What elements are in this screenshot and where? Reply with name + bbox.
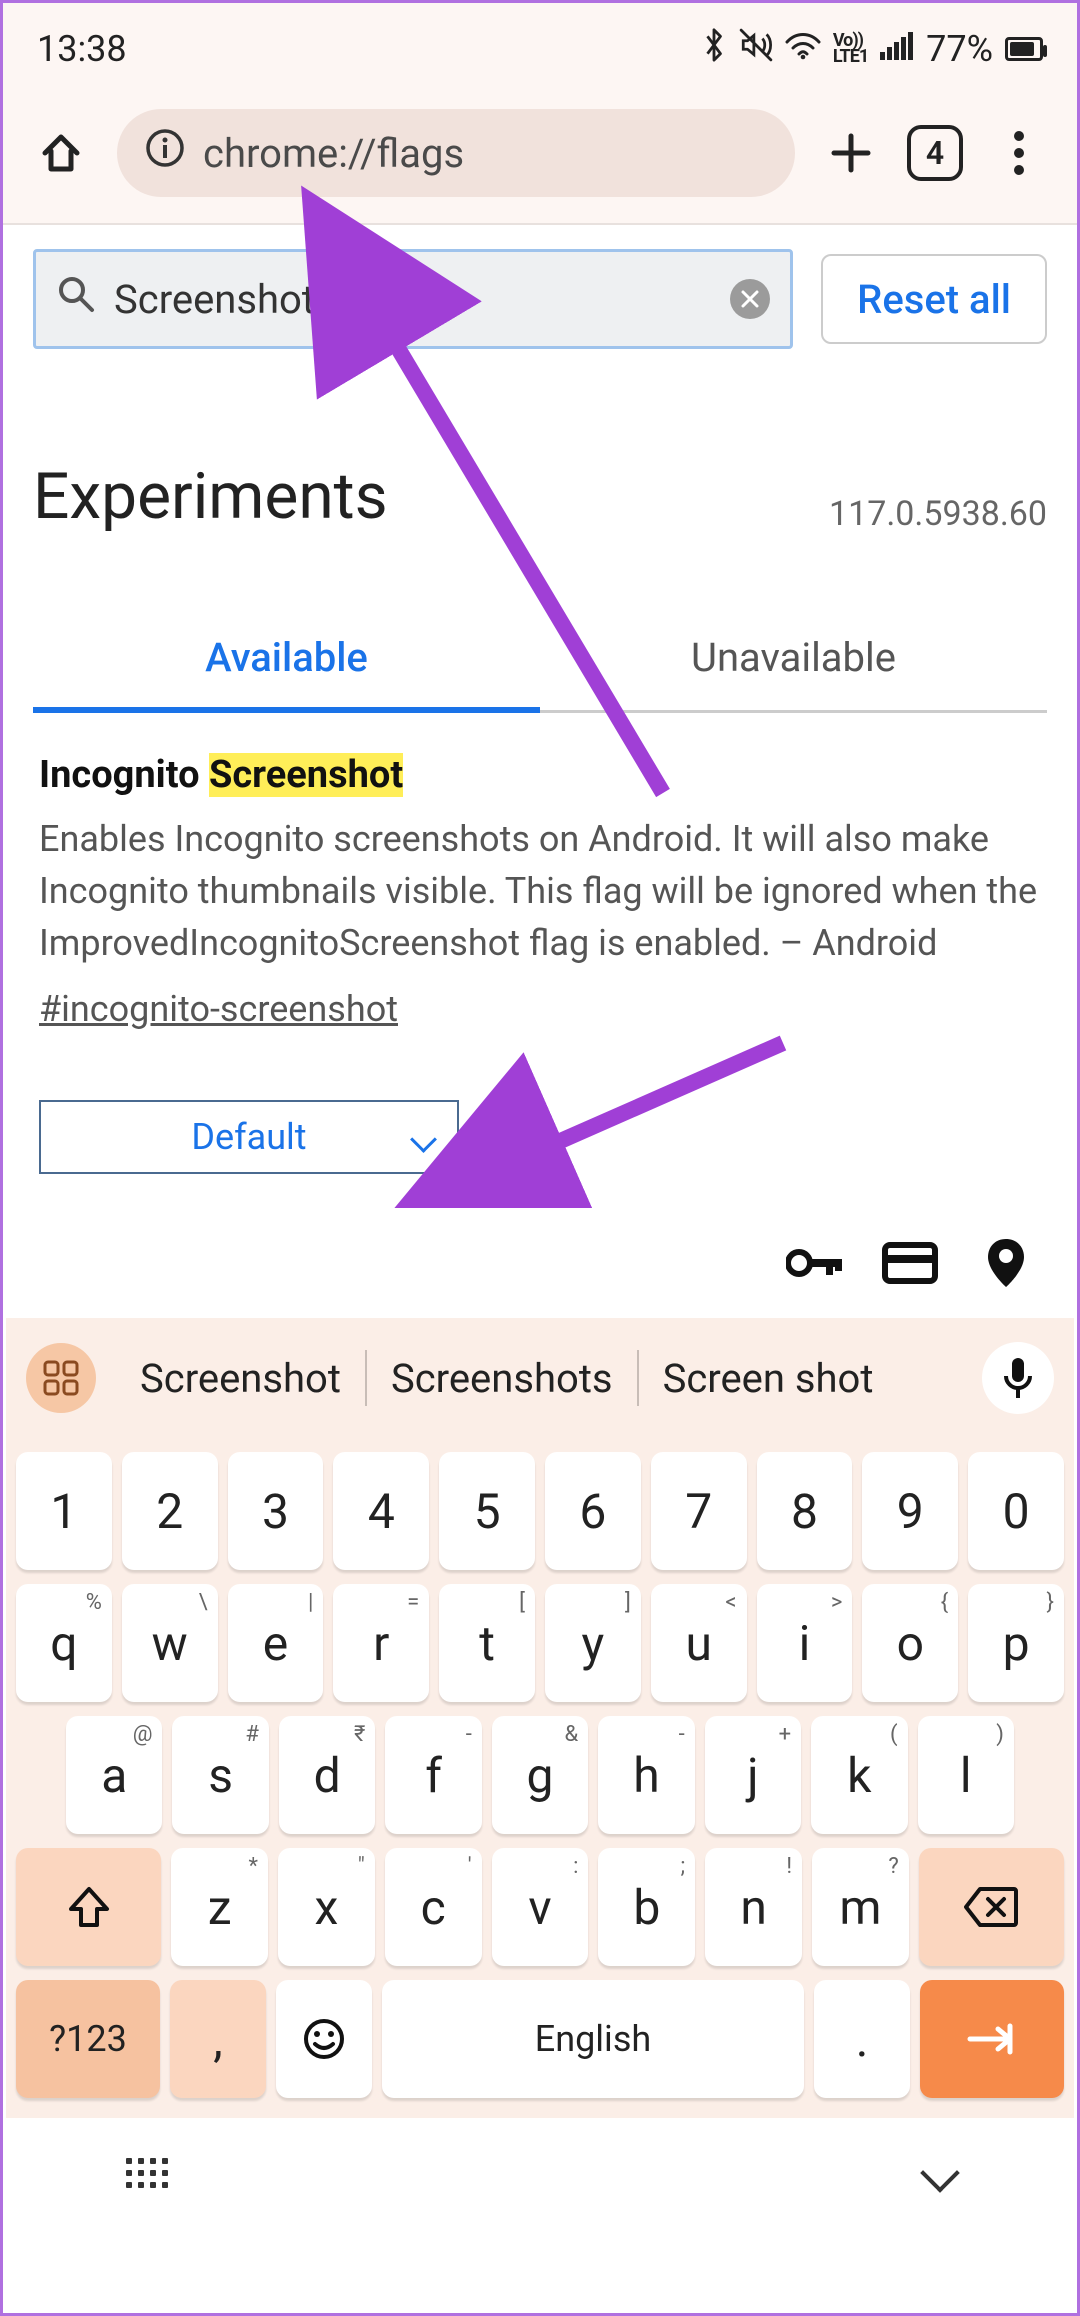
flag-title: Incognito Screenshot xyxy=(39,753,1041,797)
key-p[interactable]: p} xyxy=(968,1584,1064,1702)
key-6[interactable]: 6 xyxy=(545,1452,641,1570)
key-c[interactable]: c' xyxy=(385,1848,482,1966)
search-icon xyxy=(56,274,96,324)
password-key-icon[interactable] xyxy=(786,1235,842,1291)
clear-search-button[interactable] xyxy=(730,279,770,319)
tab-switcher-button[interactable]: 4 xyxy=(907,125,963,181)
reset-all-label: Reset all xyxy=(857,276,1011,323)
key-i[interactable]: i> xyxy=(757,1584,853,1702)
key-8[interactable]: 8 xyxy=(757,1452,853,1570)
key-s[interactable]: s# xyxy=(172,1716,268,1834)
key-5[interactable]: 5 xyxy=(439,1452,535,1570)
bluetooth-icon xyxy=(701,27,727,71)
suggestion-1[interactable]: Screenshot xyxy=(116,1355,365,1402)
key-l[interactable]: l) xyxy=(918,1716,1014,1834)
battery-icon xyxy=(1005,37,1043,61)
flags-search-box[interactable]: Screenshot xyxy=(33,249,793,349)
key-k[interactable]: k( xyxy=(811,1716,907,1834)
suggestion-row: Screenshot Screenshots Screen shot xyxy=(6,1318,1074,1438)
emoji-key[interactable] xyxy=(276,1980,372,2098)
tab-count: 4 xyxy=(926,134,944,172)
key-g[interactable]: g& xyxy=(492,1716,588,1834)
overflow-menu-button[interactable] xyxy=(989,123,1049,183)
key-h[interactable]: h- xyxy=(598,1716,694,1834)
info-icon xyxy=(145,128,185,178)
suggestion-2[interactable]: Screenshots xyxy=(367,1355,637,1402)
flag-description: Enables Incognito screenshots on Android… xyxy=(39,813,1041,970)
hide-keyboard-icon[interactable] xyxy=(920,2153,960,2193)
comma-key[interactable]: , xyxy=(170,1980,266,2098)
battery-percent: 77% xyxy=(926,28,993,70)
status-time: 13:38 xyxy=(37,28,127,70)
keyboard-switch-icon[interactable] xyxy=(126,2158,168,2188)
flag-state-value: Default xyxy=(191,1116,306,1158)
shift-key[interactable] xyxy=(16,1848,161,1966)
flag-title-highlight: Screenshot xyxy=(209,753,403,797)
period-key[interactable]: . xyxy=(814,1980,910,2098)
keyboard: 1234567890 q%w\e|r=t[y]u<i>o{p} a@s#d₹f-… xyxy=(6,1438,1074,2118)
tab-available[interactable]: Available xyxy=(33,634,540,713)
key-4[interactable]: 4 xyxy=(333,1452,429,1570)
wifi-icon xyxy=(785,30,821,68)
tab-unavailable[interactable]: Unavailable xyxy=(540,634,1047,713)
key-n[interactable]: n! xyxy=(705,1848,802,1966)
keyboard-area: Screenshot Screenshots Screen shot 12345… xyxy=(6,1208,1074,2310)
key-3[interactable]: 3 xyxy=(228,1452,324,1570)
key-q[interactable]: q% xyxy=(16,1584,112,1702)
backspace-key[interactable] xyxy=(919,1848,1064,1966)
keyboard-toolbar xyxy=(6,1208,1074,1318)
key-u[interactable]: u< xyxy=(651,1584,747,1702)
key-f[interactable]: f- xyxy=(385,1716,481,1834)
flags-tabs: Available Unavailable xyxy=(33,634,1047,713)
reset-all-button[interactable]: Reset all xyxy=(821,254,1047,344)
vibrate-mute-icon xyxy=(739,28,773,70)
space-key[interactable]: English xyxy=(382,1980,804,2098)
key-o[interactable]: o{ xyxy=(862,1584,958,1702)
status-right: Vo))LTE1 77% xyxy=(701,27,1043,71)
flag-state-select[interactable]: Default xyxy=(39,1100,459,1174)
flag-entry: Incognito Screenshot Enables Incognito s… xyxy=(33,713,1047,1174)
apps-icon[interactable] xyxy=(26,1343,96,1413)
key-7[interactable]: 7 xyxy=(651,1452,747,1570)
flags-page: Screenshot Reset all Experiments 117.0.5… xyxy=(3,223,1077,1174)
key-2[interactable]: 2 xyxy=(122,1452,218,1570)
enter-key[interactable] xyxy=(920,1980,1064,2098)
key-j[interactable]: j+ xyxy=(705,1716,801,1834)
key-1[interactable]: 1 xyxy=(16,1452,112,1570)
flags-search-value: Screenshot xyxy=(114,276,712,323)
key-a[interactable]: a@ xyxy=(66,1716,162,1834)
chrome-version: 117.0.5938.60 xyxy=(829,494,1047,534)
mic-button[interactable] xyxy=(982,1342,1054,1414)
key-w[interactable]: w\ xyxy=(122,1584,218,1702)
key-b[interactable]: b; xyxy=(598,1848,695,1966)
signal-icon xyxy=(880,30,914,68)
system-navbar xyxy=(6,2118,1074,2228)
key-9[interactable]: 9 xyxy=(862,1452,958,1570)
symbols-key[interactable]: ?123 xyxy=(16,1980,160,2098)
chrome-toolbar: chrome://flags 4 xyxy=(3,95,1077,223)
key-y[interactable]: y] xyxy=(545,1584,641,1702)
suggestion-3[interactable]: Screen shot xyxy=(639,1355,898,1402)
url-bar[interactable]: chrome://flags xyxy=(117,109,795,197)
key-z[interactable]: z* xyxy=(171,1848,268,1966)
key-v[interactable]: v: xyxy=(492,1848,589,1966)
location-pin-icon[interactable] xyxy=(978,1235,1034,1291)
key-0[interactable]: 0 xyxy=(968,1452,1064,1570)
key-t[interactable]: t[ xyxy=(439,1584,535,1702)
flag-hash-link[interactable]: #incognito-screenshot xyxy=(39,988,398,1030)
url-text: chrome://flags xyxy=(203,130,464,177)
volte-icon: Vo))LTE1 xyxy=(833,33,868,65)
key-r[interactable]: r= xyxy=(333,1584,429,1702)
new-tab-button[interactable] xyxy=(821,123,881,183)
home-button[interactable] xyxy=(31,123,91,183)
status-bar: 13:38 Vo))LTE1 77% xyxy=(3,3,1077,95)
key-d[interactable]: d₹ xyxy=(279,1716,375,1834)
page-title: Experiments xyxy=(33,459,388,534)
key-m[interactable]: m? xyxy=(812,1848,909,1966)
payment-card-icon[interactable] xyxy=(882,1235,938,1291)
flag-title-prefix: Incognito xyxy=(39,753,209,797)
key-e[interactable]: e| xyxy=(228,1584,324,1702)
key-x[interactable]: x" xyxy=(278,1848,375,1966)
